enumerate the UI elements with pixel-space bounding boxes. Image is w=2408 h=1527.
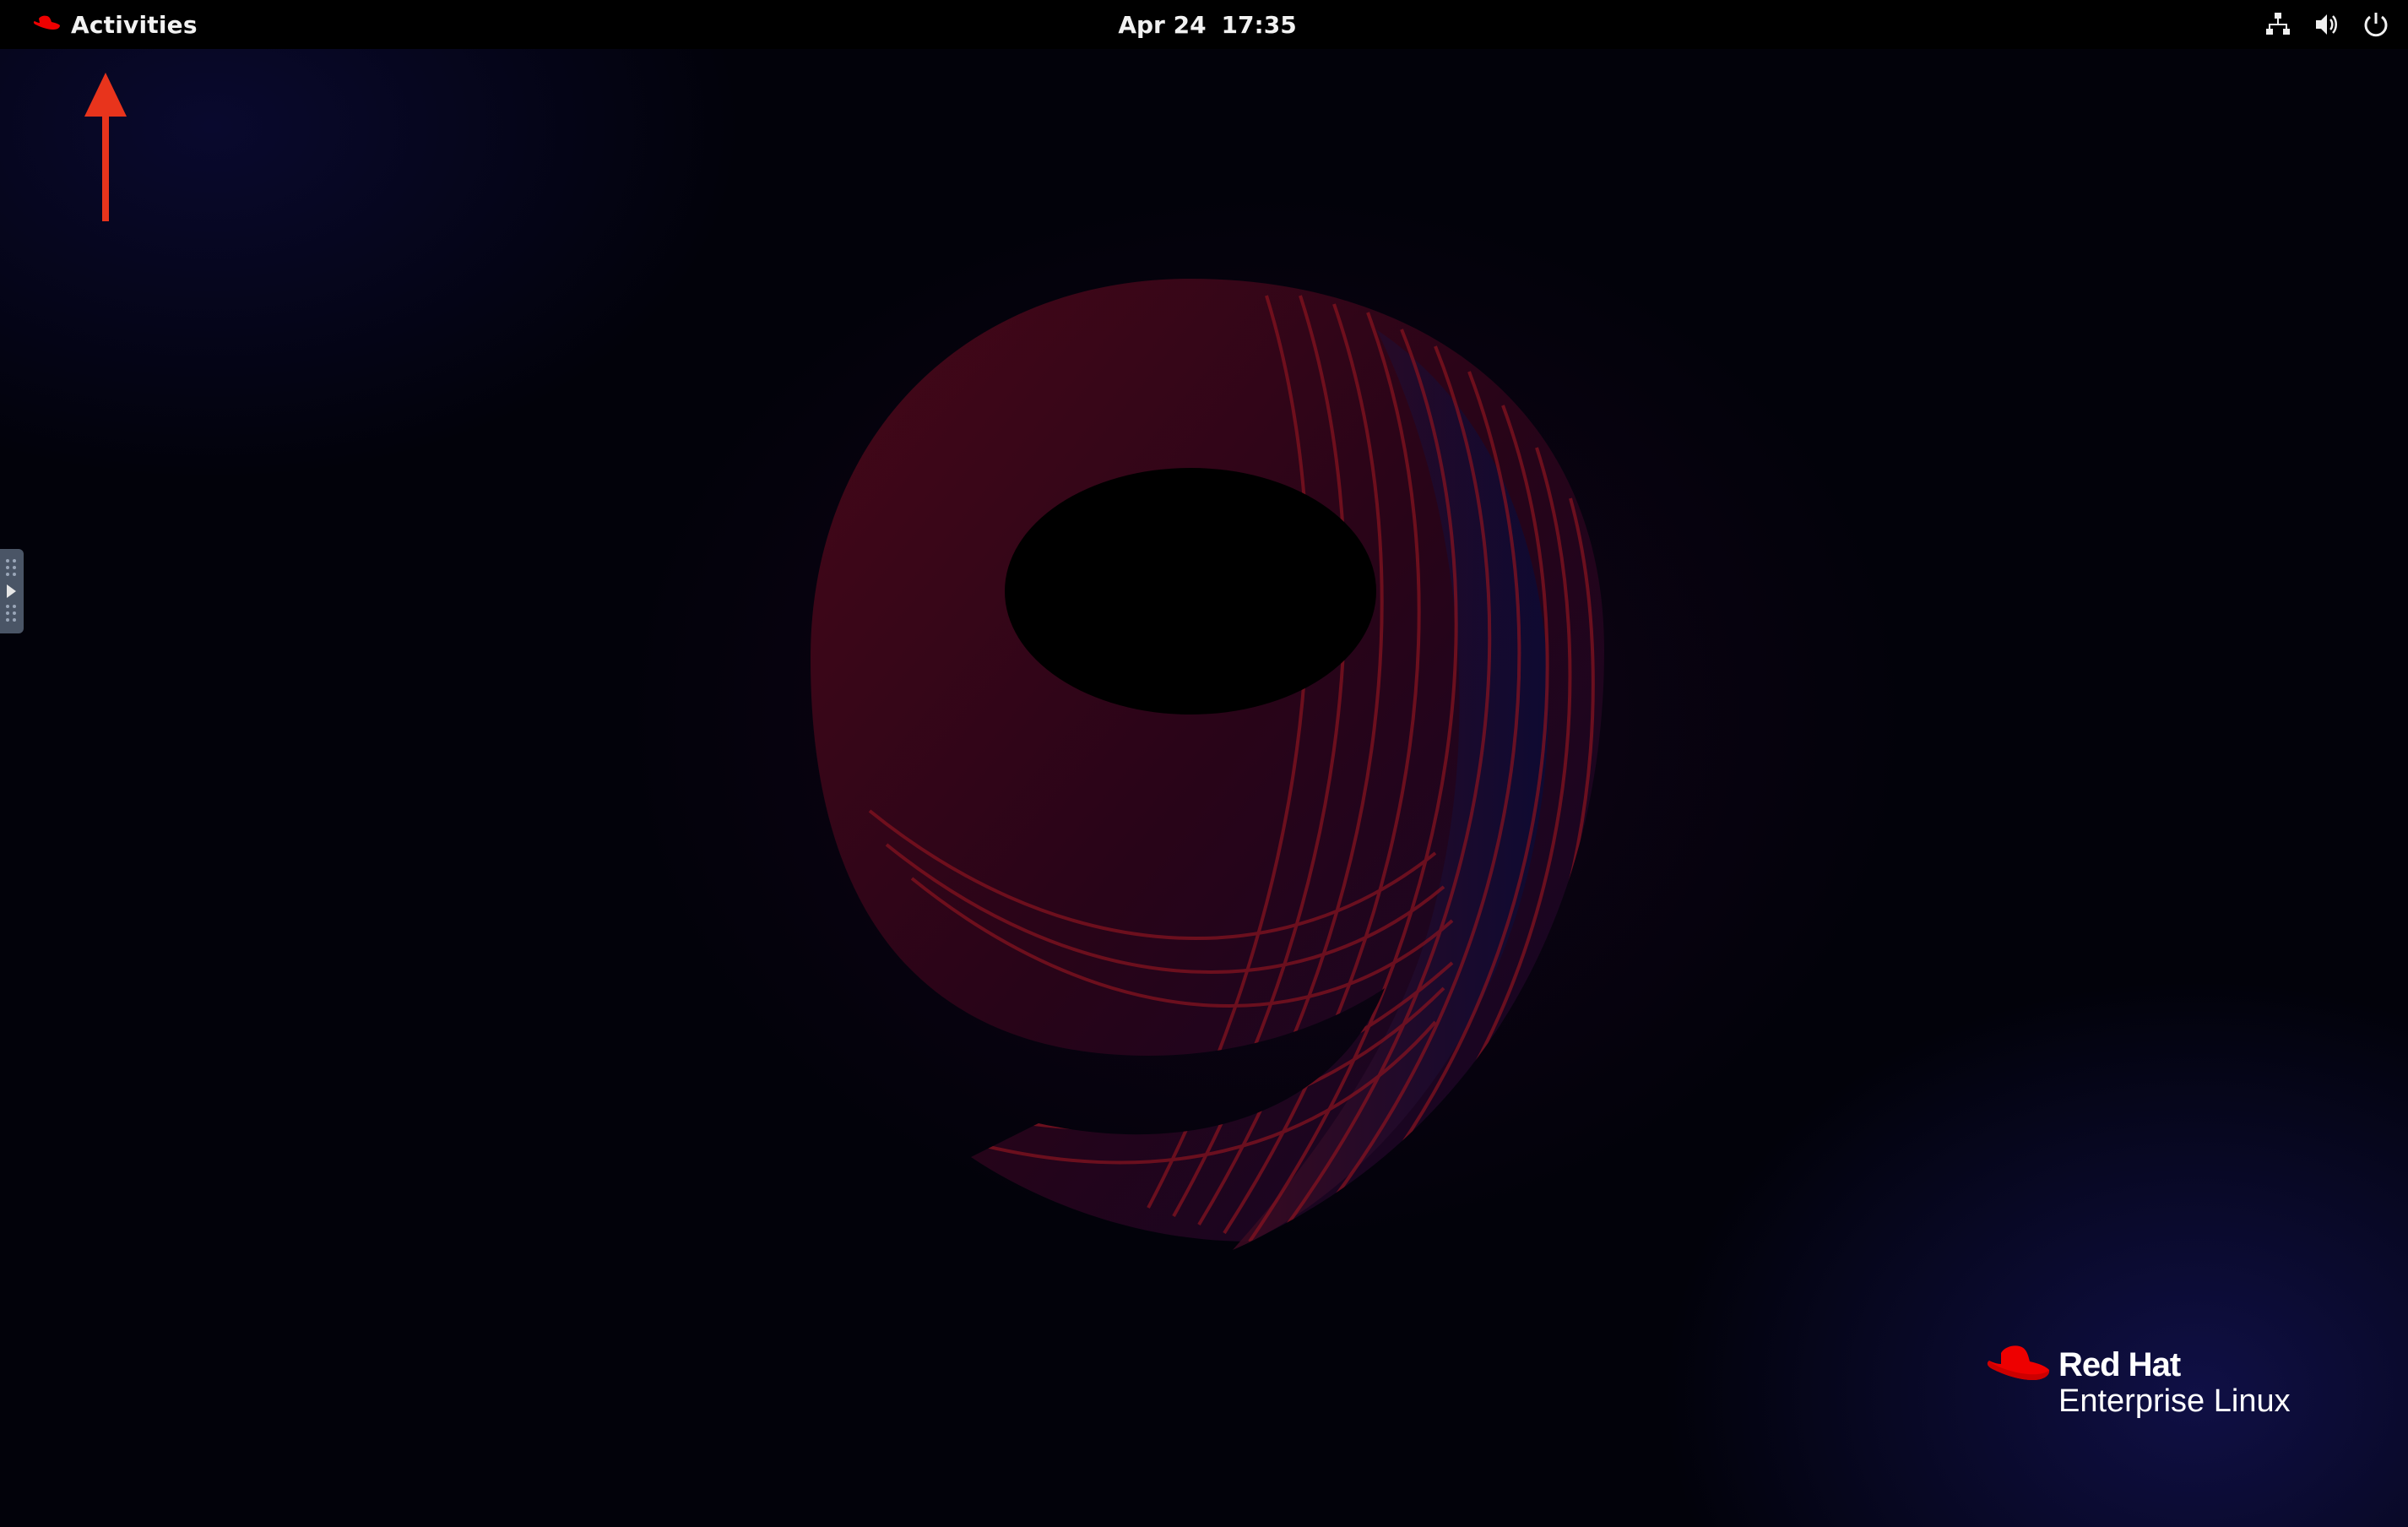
grip-dots-icon [6,605,16,622]
volume-icon[interactable] [2310,8,2344,41]
top-bar: Activities Apr 24 17:35 [0,0,2408,49]
wallpaper-nine-graphic [811,279,1604,1250]
clock-time: 17:35 [1221,10,1297,39]
power-icon[interactable] [2359,8,2393,41]
expand-arrow-icon [7,584,16,598]
clock-date: Apr 24 [1118,10,1207,39]
side-panel-handle[interactable] [0,549,24,633]
network-wired-icon[interactable] [2261,8,2295,41]
clock-date-time[interactable]: Apr 24 17:35 [1098,0,1317,49]
grip-dots-icon [6,559,16,576]
red-hat-enterprise-linux-logo: Red Hat Enterprise Linux [1984,1345,2356,1429]
red-hat-icon [33,15,60,30]
logo-product-text: Enterprise Linux [2058,1383,2291,1419]
activities-button[interactable]: Activities [24,0,206,49]
system-status-area[interactable] [2246,0,2393,49]
logo-brand-text: Red Hat [2058,1346,2181,1383]
red-hat-logo-icon [1987,1345,2050,1380]
annotation-arrow-icon [84,73,127,221]
desktop: Activities Apr 24 17:35 Red Hat Enterpri… [0,0,2408,1527]
activities-label: Activities [71,10,198,39]
